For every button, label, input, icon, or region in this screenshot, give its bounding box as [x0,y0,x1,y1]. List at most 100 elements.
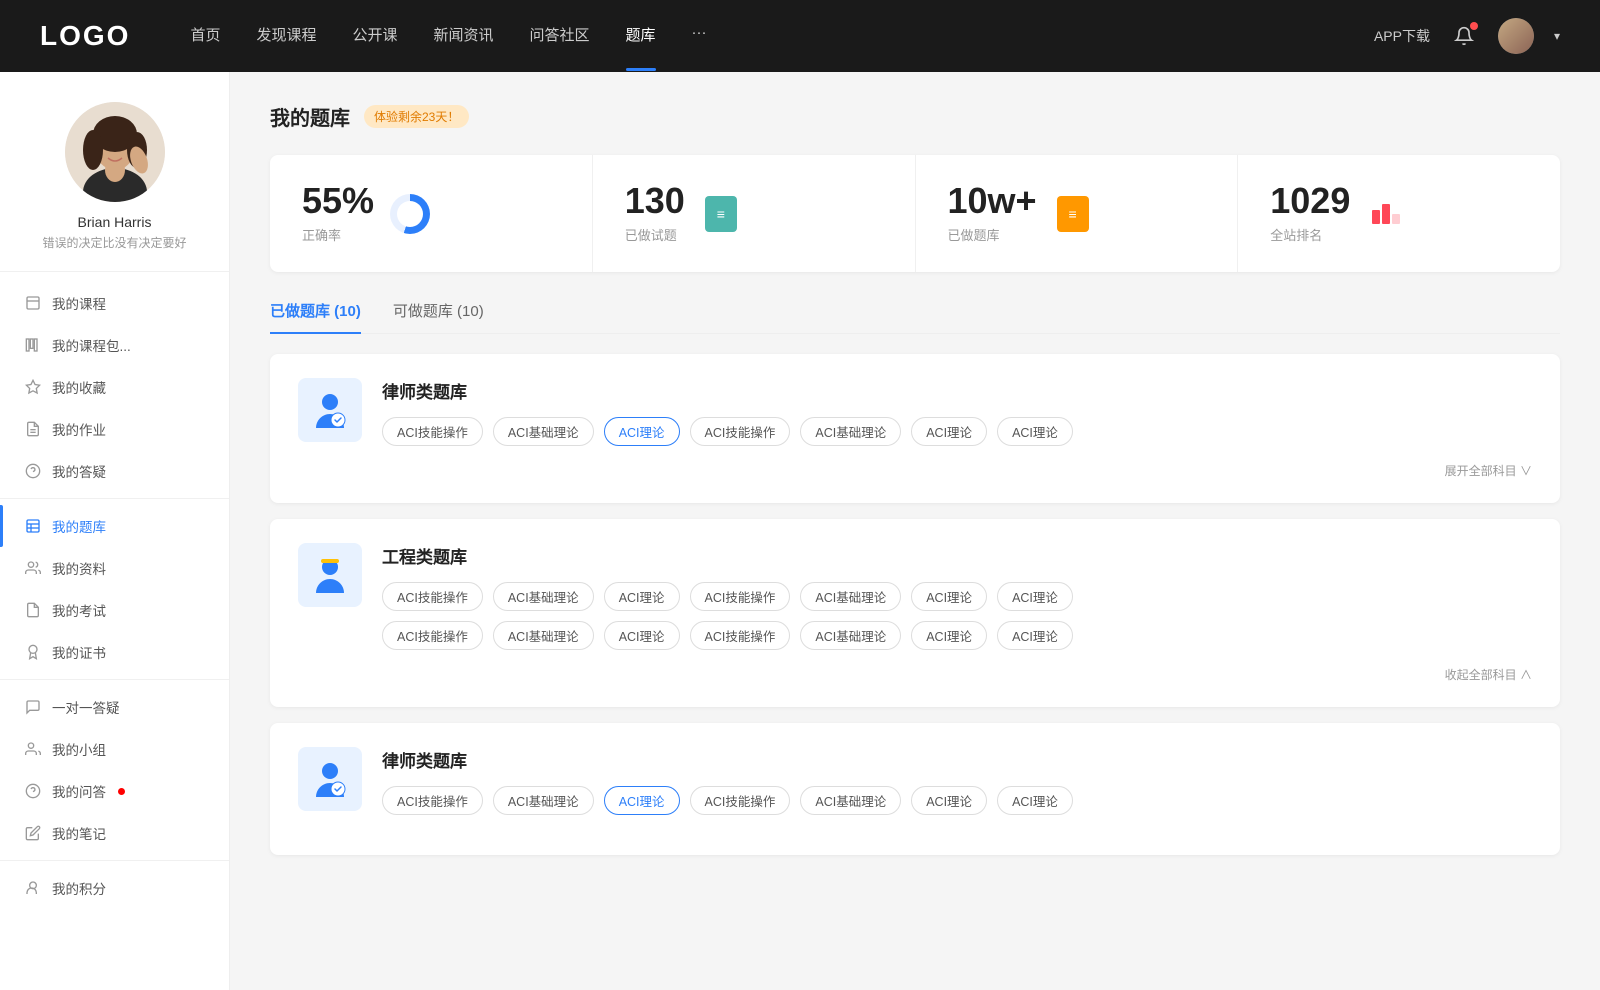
package-icon [24,336,42,354]
qa-icon [24,462,42,480]
nav-home[interactable]: 首页 [190,24,220,49]
sidebar-item-my-homework[interactable]: 我的作业 [0,408,229,450]
eng-tag-r1-3[interactable]: ACI技能操作 [690,582,791,611]
lawyer-bank-icon [298,378,362,442]
tag-5[interactable]: ACI理论 [911,417,987,446]
sidebar-item-my-exam[interactable]: 我的考试 [0,589,229,631]
eng-tag-r1-0[interactable]: ACI技能操作 [382,582,483,611]
tag3-6[interactable]: ACI理论 [997,786,1073,815]
homework-icon [24,420,42,438]
collapse-button[interactable]: 收起全部科目 ∧ [1445,666,1532,683]
tab-done-banks[interactable]: 已做题库 (10) [270,300,361,333]
tag3-1[interactable]: ACI基础理论 [493,786,594,815]
nav-more[interactable]: ··· [692,24,707,49]
expand-button-1[interactable]: 展开全部科目 ∨ [1445,462,1532,479]
tag3-3[interactable]: ACI技能操作 [690,786,791,815]
eng-tag-r2-5[interactable]: ACI理论 [911,621,987,650]
engineer-bank-icon [298,543,362,607]
nav-news[interactable]: 新闻资讯 [434,24,494,49]
notification-bell[interactable] [1450,22,1478,50]
eng-tag-r2-0[interactable]: ACI技能操作 [382,621,483,650]
tag3-5[interactable]: ACI理论 [911,786,987,815]
eng-tag-r2-6[interactable]: ACI理论 [997,621,1073,650]
eng-tag-r2-1[interactable]: ACI基础理论 [493,621,594,650]
bar1 [1372,210,1380,224]
nav-bank[interactable]: 题库 [626,24,656,49]
course-icon [24,294,42,312]
user-dropdown-icon[interactable]: ▾ [1554,29,1560,43]
eng-tag-r2-3[interactable]: ACI技能操作 [690,621,791,650]
profile-section: Brian Harris 错误的决定比没有决定要好 [0,102,229,272]
user-avatar[interactable] [1498,18,1534,54]
sidebar-item-my-question[interactable]: 我的问答 [0,770,229,812]
bank-card-footer: 收起全部科目 ∧ [298,666,1532,683]
tab-available-banks[interactable]: 可做题库 (10) [393,300,484,333]
sidebar-item-my-data[interactable]: 我的资料 [0,547,229,589]
sidebar-item-my-qa[interactable]: 我的答疑 [0,450,229,492]
nav-qa[interactable]: 问答社区 [530,24,590,49]
bar3 [1392,214,1400,224]
sidebar-item-my-course[interactable]: 我的课程 [0,282,229,324]
sidebar-item-my-notes[interactable]: 我的笔记 [0,812,229,854]
sidebar-divider-1 [0,498,229,499]
navbar: LOGO 首页 发现课程 公开课 新闻资讯 问答社区 题库 ··· APP下载 … [0,0,1600,72]
green-sheet-icon [701,194,741,234]
bank-card-header: 律师类题库 ACI技能操作 ACI基础理论 ACI理论 ACI技能操作 ACI基… [298,747,1532,815]
bank-card-footer: 展开全部科目 ∨ [298,462,1532,479]
tag-2-active[interactable]: ACI理论 [604,417,680,446]
stat-text: 55% 正确率 [302,183,374,244]
oneonone-icon [24,698,42,716]
profile-avatar [65,102,165,202]
nav-links: 首页 发现课程 公开课 新闻资讯 问答社区 题库 ··· [190,24,1374,49]
bank-card-lawyer-1: 律师类题库 ACI技能操作 ACI基础理论 ACI理论 ACI技能操作 ACI基… [270,354,1560,503]
sidebar-item-my-collection[interactable]: 我的收藏 [0,366,229,408]
main-content: 我的题库 体验剩余23天！ 55% 正确率 130 已做试题 [230,72,1600,990]
chart-bars-icon [1366,194,1406,234]
stat-done-banks: 10w+ 已做题库 [916,155,1239,272]
sidebar-label: 我的课程 [52,293,106,313]
sidebar-item-my-group[interactable]: 我的小组 [0,728,229,770]
eng-tag-r1-5[interactable]: ACI理论 [911,582,987,611]
sidebar-item-my-points[interactable]: 我的积分 [0,867,229,909]
eng-tag-r1-6[interactable]: ACI理论 [997,582,1073,611]
eng-tag-r1-1[interactable]: ACI基础理论 [493,582,594,611]
tag-6[interactable]: ACI理论 [997,417,1073,446]
tag-1[interactable]: ACI基础理论 [493,417,594,446]
cert-icon [24,643,42,661]
tag3-0[interactable]: ACI技能操作 [382,786,483,815]
sidebar-item-my-bank[interactable]: 我的题库 [0,505,229,547]
bank-card-lawyer-2: 律师类题库 ACI技能操作 ACI基础理论 ACI理论 ACI技能操作 ACI基… [270,723,1560,855]
tag3-4[interactable]: ACI基础理论 [800,786,901,815]
eng-tag-r2-2[interactable]: ACI理论 [604,621,680,650]
tag-3[interactable]: ACI技能操作 [690,417,791,446]
page-title: 我的题库 [270,102,350,131]
lawyer-bank-icon-2 [298,747,362,811]
sidebar-divider-3 [0,860,229,861]
tag-0[interactable]: ACI技能操作 [382,417,483,446]
eng-tag-r2-4[interactable]: ACI基础理论 [800,621,901,650]
sidebar-item-my-package[interactable]: 我的课程包... [0,324,229,366]
donut-icon [390,194,430,234]
sidebar-item-one-on-one[interactable]: 一对一答疑 [0,686,229,728]
eng-tag-r1-2[interactable]: ACI理论 [604,582,680,611]
stat-label: 已做试题 [625,225,685,244]
sidebar-label: 我的资料 [52,558,106,578]
nav-discover[interactable]: 发现课程 [256,24,316,49]
sidebar-label: 我的笔记 [52,823,106,843]
avatar-image [1498,18,1534,54]
orange-sheet-icon [1053,194,1093,234]
donut-hole [397,201,423,227]
eng-tag-r1-4[interactable]: ACI基础理论 [800,582,901,611]
sidebar-menu: 我的课程 我的课程包... 我的收藏 我的作业 [0,282,229,909]
stat-accuracy: 55% 正确率 [270,155,593,272]
stat-label: 全站排名 [1270,225,1350,244]
app-download-button[interactable]: APP下载 [1374,26,1430,46]
bank-card-header: 律师类题库 ACI技能操作 ACI基础理论 ACI理论 ACI技能操作 ACI基… [298,378,1532,446]
sidebar-item-my-cert[interactable]: 我的证书 [0,631,229,673]
tag-4[interactable]: ACI基础理论 [800,417,901,446]
tag3-2-active[interactable]: ACI理论 [604,786,680,815]
nav-opencourse[interactable]: 公开课 [352,24,397,49]
stat-number: 1029 [1270,183,1350,219]
bank-title: 律师类题库 [382,378,1532,403]
stat-number: 10w+ [948,183,1037,219]
